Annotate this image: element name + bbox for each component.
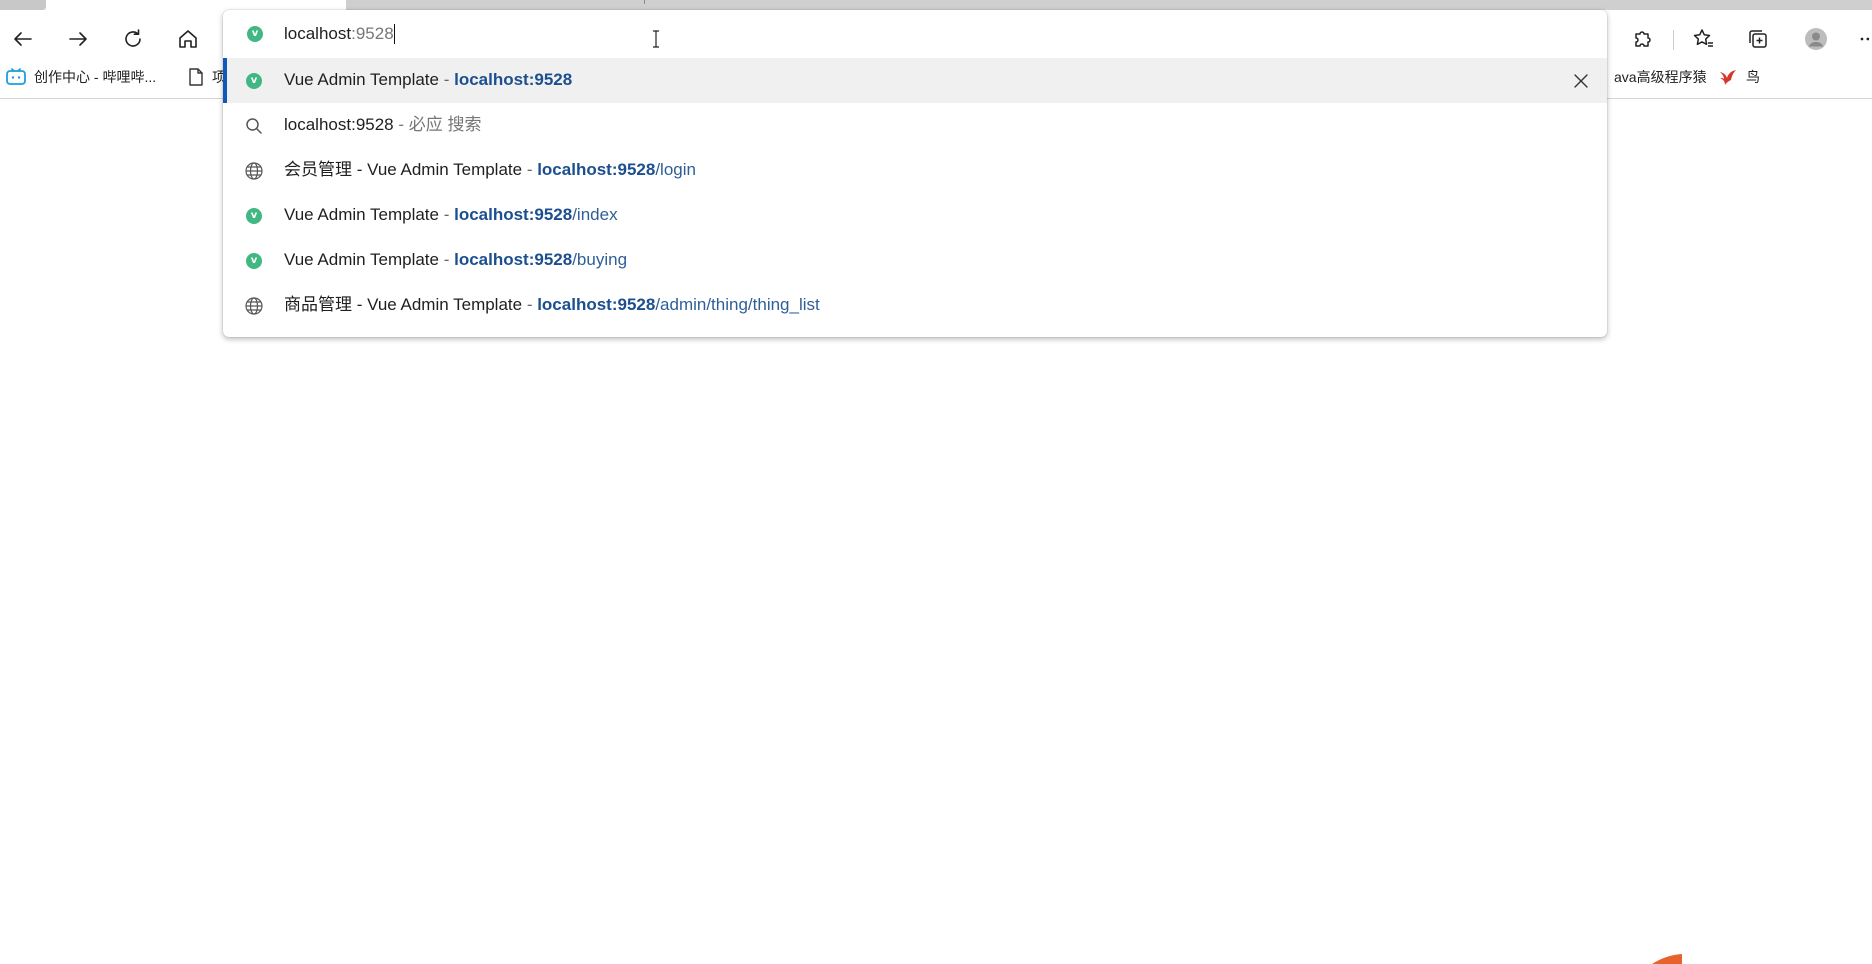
bird-icon [1720, 70, 1736, 85]
bookmark-item[interactable]: 创作中心 - 哔哩哔... [6, 64, 156, 90]
autocomplete-hint: :9528 [351, 24, 394, 43]
more-menu-button[interactable] [1852, 22, 1872, 56]
star-list-icon [1693, 29, 1713, 47]
text-cursor-icon [653, 30, 659, 48]
page-content [0, 99, 1872, 964]
puzzle-icon [1635, 31, 1651, 47]
page-icon [189, 68, 203, 86]
vue-favicon-icon: v [246, 73, 262, 89]
suggestion-text: Vue Admin Template - localhost:9528 [284, 70, 572, 90]
collections-icon [1749, 30, 1767, 48]
forward-button[interactable] [61, 22, 95, 56]
corner-decoration-icon [1652, 954, 1682, 964]
address-text[interactable]: localhost:9528 [284, 24, 395, 44]
suggestion-title: Vue Admin Template [284, 70, 439, 89]
arrow-right-icon [69, 32, 87, 46]
bookmark-label: 鸟 [1746, 69, 1760, 85]
more-dots-icon [1860, 37, 1870, 41]
suggestion-url-host: localhost:9528 [454, 70, 573, 89]
browser-window: 创作中心 - 哔哩哔... 项 ava高级程序猿 鸟 v localhost:9… [0, 0, 1872, 964]
site-favicon: v [247, 26, 263, 42]
tab-strip [0, 0, 1872, 10]
favorites-button[interactable] [1686, 22, 1720, 56]
extensions-button[interactable] [1625, 22, 1659, 56]
suggestion-row[interactable]: v Vue Admin Template - localhost:9528 [223, 58, 1607, 103]
home-icon [179, 30, 197, 48]
suggestion-separator: - [438, 70, 455, 89]
refresh-button[interactable] [116, 22, 150, 56]
tab-divider [644, 0, 645, 4]
suggestion-icon: v [243, 70, 265, 92]
address-bar-input[interactable]: v localhost:9528 [223, 10, 1607, 58]
bookmark-label: 创作中心 - 哔哩哔... [34, 69, 157, 85]
text-caret [393, 24, 395, 44]
refresh-icon [125, 29, 141, 47]
bilibili-icon [6, 68, 26, 85]
collections-button[interactable] [1741, 22, 1775, 56]
typed-text: localhost [284, 24, 352, 43]
bookmark-item[interactable]: 鸟 [1718, 64, 1760, 90]
close-icon[interactable] [1571, 71, 1591, 91]
vue-favicon-icon: v [247, 26, 263, 42]
bookmark-item[interactable]: ava高级程序猿 [1614, 64, 1707, 90]
bookmark-label: ava高级程序猿 [1614, 69, 1707, 85]
selection-indicator [223, 58, 227, 103]
toolbar-divider [1673, 30, 1674, 50]
home-button[interactable] [171, 22, 205, 56]
arrow-left-icon [14, 32, 32, 46]
profile-button[interactable] [1799, 22, 1833, 56]
back-button[interactable] [6, 22, 40, 56]
bookmark-item[interactable]: 项 [188, 64, 226, 90]
tab-inactive[interactable] [346, 0, 1872, 10]
tab-inactive[interactable] [0, 0, 46, 10]
avatar-icon [1805, 28, 1827, 50]
tab-active[interactable] [46, 0, 346, 10]
